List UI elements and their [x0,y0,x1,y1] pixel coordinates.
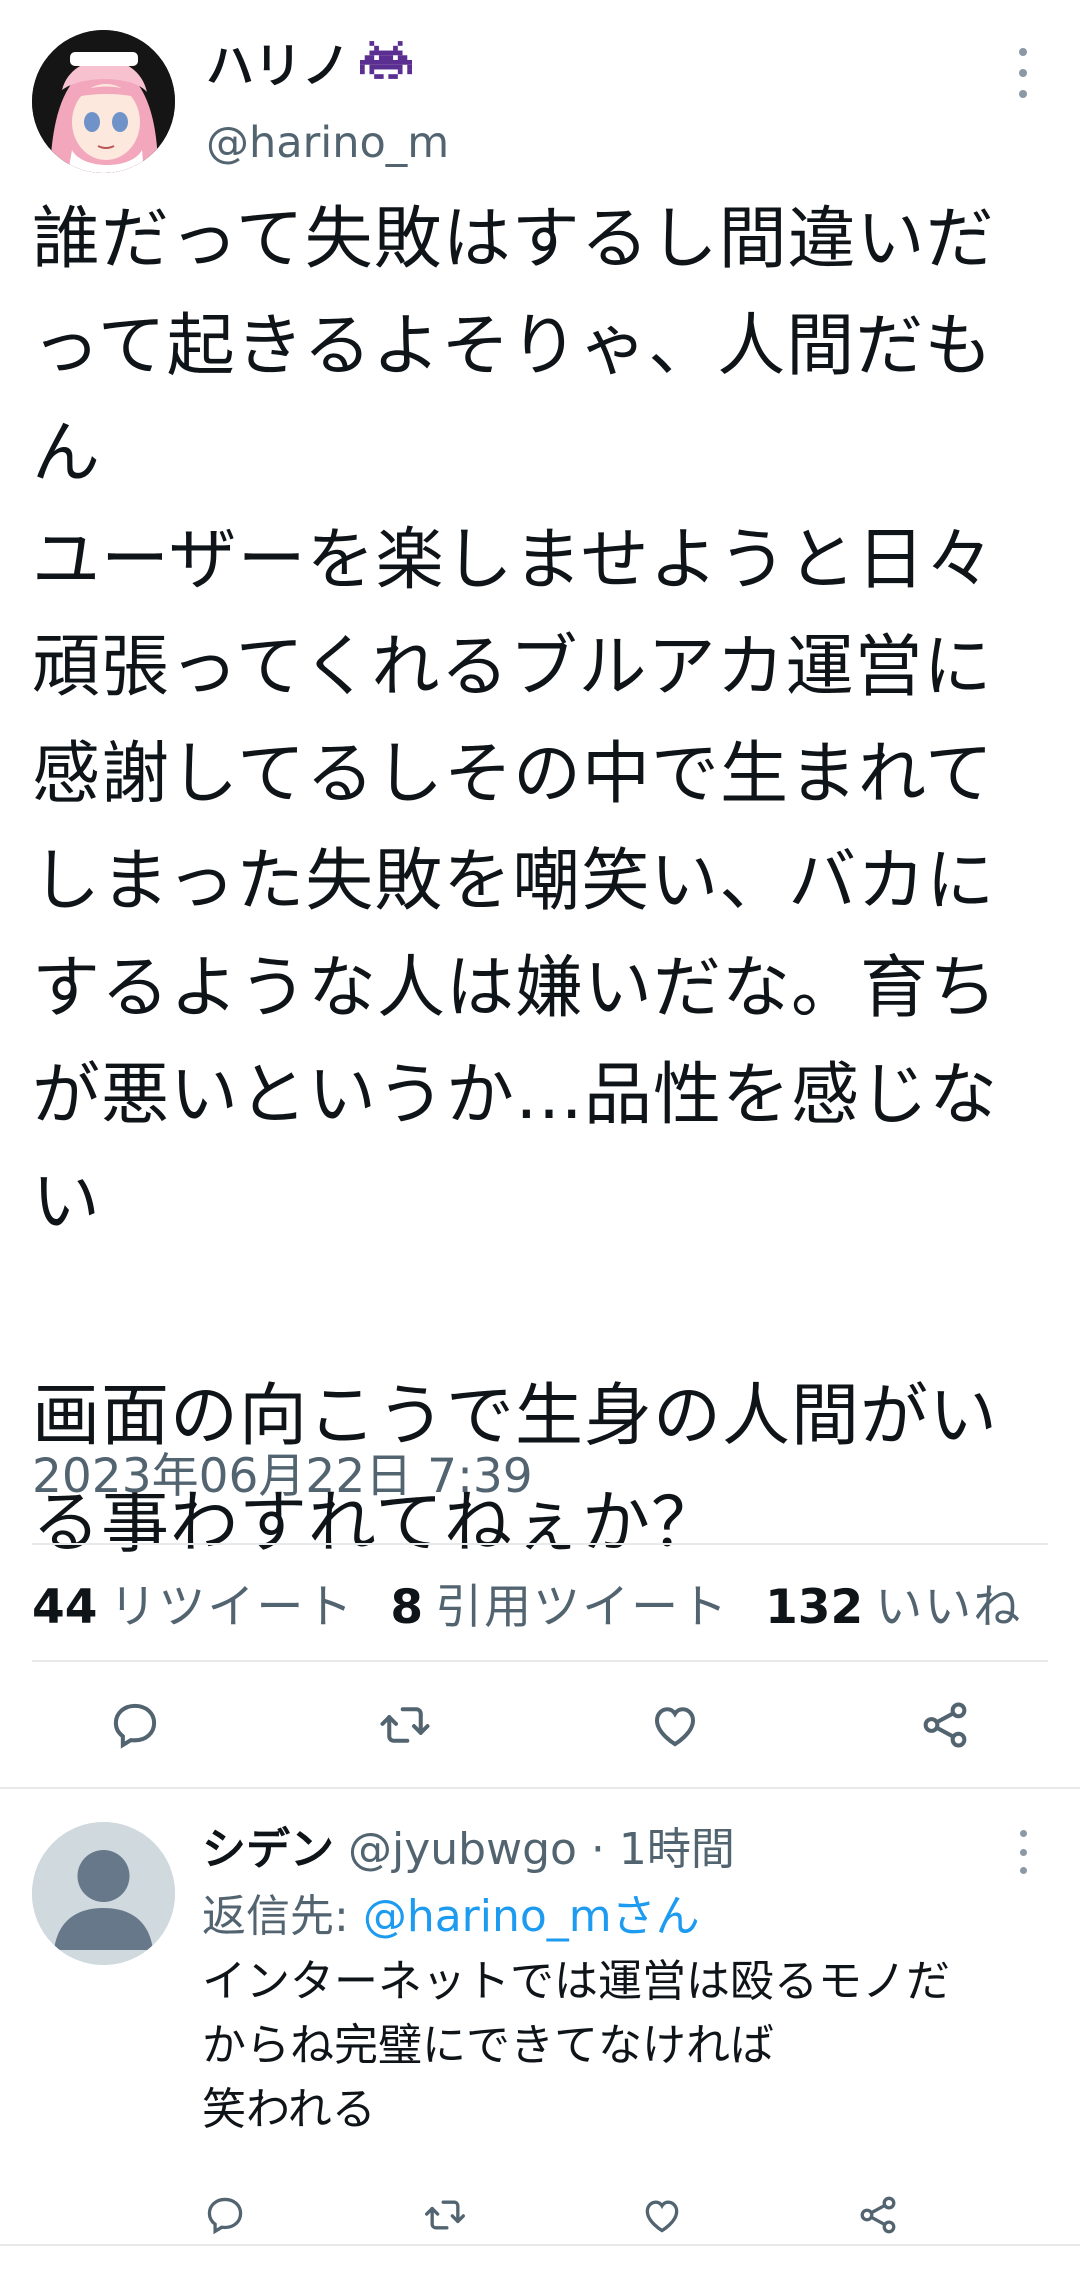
default-avatar[interactable] [32,1822,175,1965]
share-icon[interactable] [848,2185,908,2245]
reply-icon[interactable] [195,2185,255,2245]
reply-text: インターネットでは運営は殴るモノだ からね完璧にできてなければ 笑われる [202,1956,950,2135]
share-icon[interactable] [910,1690,980,1760]
retweet-icon[interactable] [370,1690,440,1760]
reply-more-options-icon[interactable] [1008,1830,1038,1874]
retweets-count: 44 [32,1580,98,1635]
tweet-actions [0,1690,1080,1760]
reply-display-name[interactable]: シデン [202,1824,334,1875]
reply-to-label: 返信先: [202,1891,363,1942]
divider [32,1543,1048,1545]
author-avatar[interactable] [32,30,175,173]
reply-to-line: 返信先: @harino_mさん [202,1887,700,1947]
like-heart-icon[interactable] [632,2185,692,2245]
more-options-icon[interactable] [1008,48,1038,98]
quotes-stat[interactable]: 8 引用ツイート [390,1578,729,1638]
like-heart-icon[interactable] [640,1690,710,1760]
author-handle[interactable]: @harino_m [206,115,449,171]
likes-count: 132 [765,1580,864,1635]
divider [32,1660,1048,1662]
retweet-icon[interactable] [415,2185,475,2245]
author-name-text: ハリノ [206,38,351,94]
reply-actions [0,2185,1080,2245]
divider [0,1787,1080,1789]
tweet-stats: 44 リツイート 8 引用ツイート 132 いいね [32,1578,1058,1638]
tweet-text: 誰だって失敗はするし間違いだ って起きるよそりゃ、人間だも ん ユーザーを楽しま… [32,200,999,1563]
likes-stat[interactable]: 132 いいね [765,1578,1022,1638]
reply-handle-time[interactable]: @jyubwgo · 1時間 [348,1824,735,1875]
reply-to-link[interactable]: @harino_mさん [363,1891,700,1942]
retweets-stat[interactable]: 44 リツイート [32,1578,354,1638]
likes-label: いいね [875,1580,1023,1635]
reply-icon[interactable] [100,1690,170,1760]
retweets-label: リツイート [109,1580,355,1635]
quotes-label: 引用ツイート [435,1580,730,1635]
quotes-count: 8 [390,1580,424,1635]
divider [0,2244,1080,2246]
reply-header: シデン @jyubwgo · 1時間 [202,1820,735,1880]
tweet-timestamp[interactable]: 2023年06月22日 7:39 [32,1447,533,1507]
space-invader-icon [360,36,413,96]
author-display-name[interactable]: ハリノ [206,36,413,96]
